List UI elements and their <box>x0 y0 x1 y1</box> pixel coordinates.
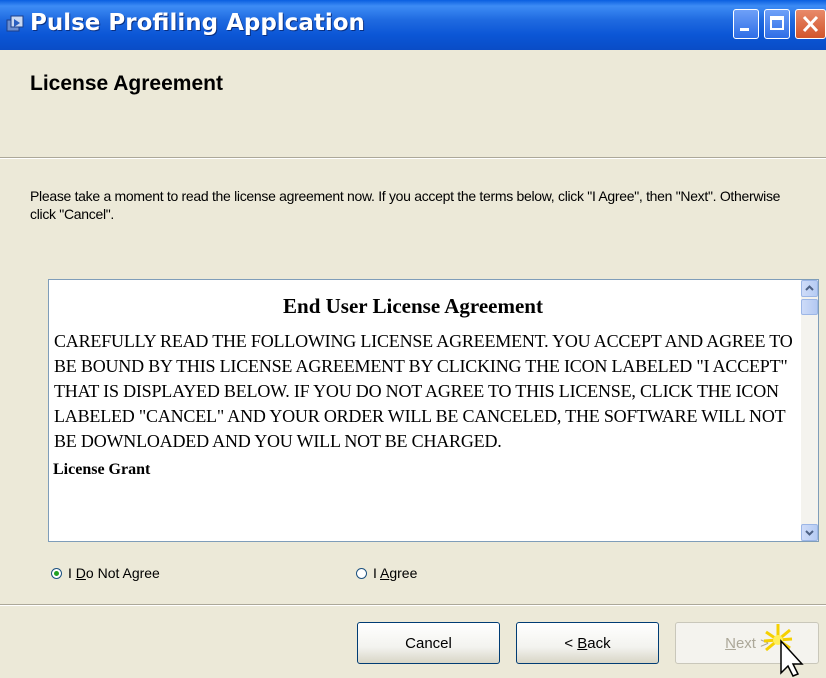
eula-title: End User License Agreement <box>283 294 543 318</box>
close-button[interactable] <box>795 9 826 39</box>
radio-button-checked[interactable] <box>51 567 62 579</box>
window-title: Pulse Profiling Applcation <box>30 10 365 36</box>
maximize-icon <box>770 16 784 30</box>
footer-divider-highlight <box>0 605 826 606</box>
license-content: End User License Agreement CAREFULLY REA… <box>53 280 793 479</box>
chevron-up-icon <box>805 285 814 291</box>
mouse-cursor-icon <box>763 624 804 677</box>
header-banner <box>0 50 826 158</box>
close-icon <box>802 15 819 33</box>
chevron-down-icon <box>805 530 814 536</box>
scroll-thumb[interactable] <box>801 299 818 315</box>
back-accel: B <box>577 634 588 652</box>
page-title: License Agreement <box>30 72 223 95</box>
back-arrow: < <box>564 634 574 652</box>
scroll-down-button[interactable] <box>801 524 818 541</box>
eula-body: CAREFULLY READ THE FOLLOWING LICENSE AGR… <box>54 331 793 451</box>
next-accel: N <box>725 634 736 652</box>
scroll-up-button[interactable] <box>801 280 818 297</box>
back-label: ack <box>587 634 611 652</box>
vertical-scrollbar[interactable] <box>801 280 818 541</box>
maximize-button[interactable] <box>764 9 790 39</box>
radio-do-not-agree[interactable]: I Do Not Agree <box>51 565 160 581</box>
installer-window: Pulse Profiling Applcation License Agree… <box>0 0 826 678</box>
radio-button-unchecked[interactable] <box>356 567 367 579</box>
minimize-icon <box>740 28 749 31</box>
cancel-button[interactable]: Cancel <box>357 622 500 664</box>
minimize-button[interactable] <box>733 9 759 39</box>
radio-agree-label[interactable]: I Agree <box>373 565 417 581</box>
instructions-text: Please take a moment to read the license… <box>30 188 781 222</box>
app-icon <box>6 15 24 32</box>
radio-do-not-agree-label[interactable]: I Do Not Agree <box>68 565 160 581</box>
license-text-box[interactable]: End User License Agreement CAREFULLY REA… <box>48 279 819 542</box>
radio-agree[interactable]: I Agree <box>356 565 417 581</box>
header-divider <box>0 158 826 159</box>
eula-section-heading: License Grant <box>53 461 151 478</box>
title-bar[interactable]: Pulse Profiling Applcation <box>0 0 826 50</box>
back-button[interactable]: < Back <box>516 622 659 664</box>
